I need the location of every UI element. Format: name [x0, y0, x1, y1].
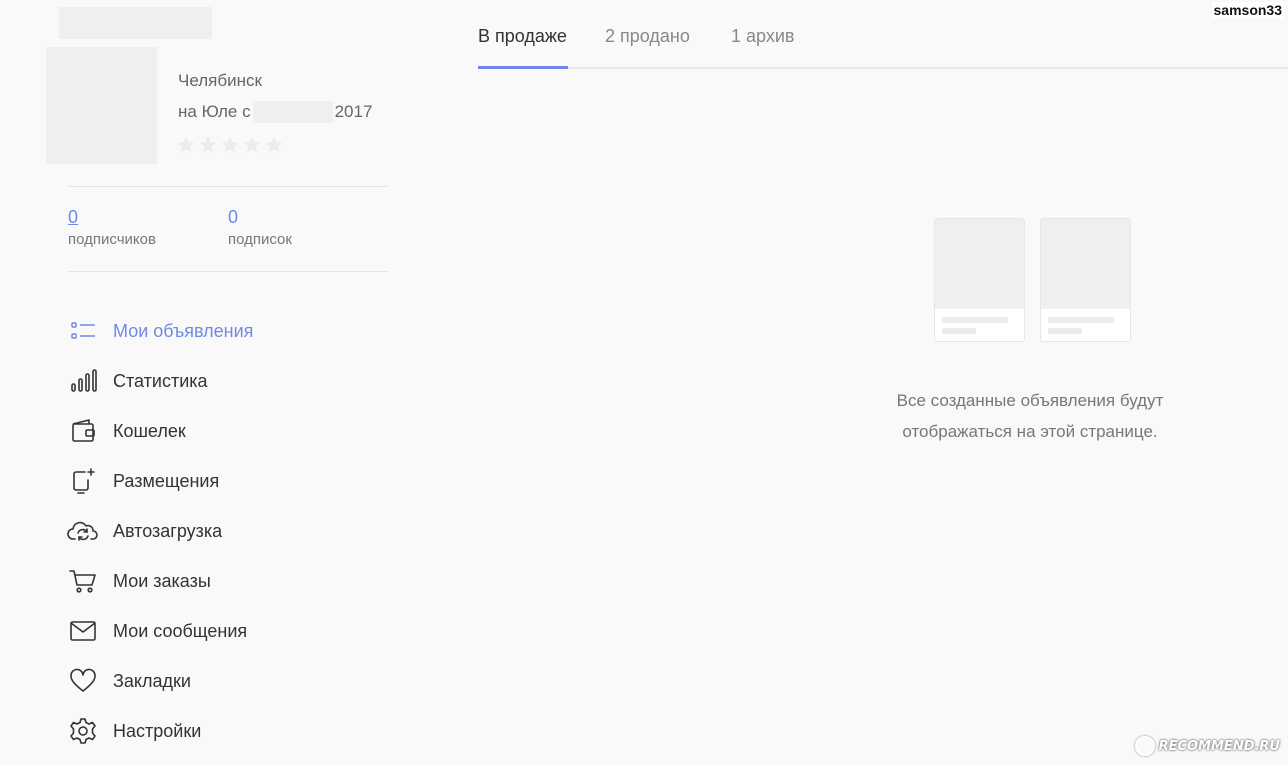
sidebar-item-label: Мои объявления [113, 320, 254, 341]
following-counter[interactable]: 0 подписок [228, 205, 292, 248]
watermark-username: samson33 [1211, 2, 1284, 18]
card-image-placeholder [1041, 219, 1130, 309]
star-icon [265, 136, 283, 153]
card-image-placeholder [935, 219, 1024, 309]
empty-state-line: Все созданные объявления будут [896, 391, 1164, 410]
bar-chart-icon [66, 364, 100, 398]
list-icon [66, 314, 100, 348]
sidebar-item-label: Настройки [113, 720, 202, 741]
card-text-placeholder [1048, 317, 1114, 323]
rating-stars [176, 135, 284, 155]
card-text-placeholder [942, 317, 1008, 323]
sidebar-item-bookmarks[interactable]: Закладки [66, 656, 253, 706]
sidebar-item-label: Кошелек [113, 420, 186, 441]
wallet-icon [66, 414, 100, 448]
since-prefix: на Юле с [178, 102, 251, 121]
recommend-logo-text: RECOMMEND.RU [1158, 738, 1280, 754]
sidebar-item-label: Размещения [113, 470, 220, 491]
cart-icon [66, 564, 100, 598]
sidebar-item-wallet[interactable]: Кошелек [66, 406, 253, 456]
profile-name-placeholder [59, 7, 212, 39]
following-count[interactable]: 0 [228, 205, 292, 229]
card-text-placeholder [1048, 328, 1082, 334]
empty-state-card-illustration [1040, 218, 1131, 342]
sidebar-item-label: Мои заказы [113, 570, 211, 591]
star-icon [177, 136, 195, 153]
sidebar-item-label: Автозагрузка [113, 520, 223, 541]
heart-icon [66, 664, 100, 698]
tab-on-sale[interactable]: В продаже [478, 26, 567, 47]
sidebar-item-statistics[interactable]: Статистика [66, 356, 253, 406]
recommend-watermark: RECOMMEND.RU [1134, 736, 1280, 756]
followers-count[interactable]: 0 [68, 205, 156, 229]
tabs-baseline [478, 67, 1288, 69]
star-icon [199, 136, 217, 153]
divider [68, 186, 388, 187]
sidebar-item-label: Закладки [113, 670, 191, 691]
cloud-sync-icon [66, 514, 100, 548]
empty-state-message: Все созданные объявления будут отображат… [860, 385, 1200, 447]
sidebar-item-placements[interactable]: Размещения [66, 456, 253, 506]
profile-since: на Юле с 2017 [178, 101, 372, 123]
sidebar-menu: Мои объявления Статистика Кошелек Размещ… [66, 306, 253, 756]
sidebar-item-my-ads[interactable]: Мои объявления [66, 306, 253, 356]
following-label: подписок [228, 231, 292, 248]
tab-sold[interactable]: 2 продано [605, 26, 690, 47]
since-year: 2017 [334, 102, 373, 121]
sidebar-item-settings[interactable]: Настройки [66, 706, 253, 756]
empty-state-card-illustration [934, 218, 1025, 342]
gear-icon [66, 714, 100, 748]
profile-city: Челябинск [178, 71, 262, 90]
divider [68, 271, 388, 272]
star-icon [221, 136, 239, 153]
empty-state-line: отображаться на этой странице. [902, 422, 1158, 441]
tab-archive[interactable]: 1 архив [731, 26, 794, 47]
sidebar-item-label: Статистика [113, 370, 208, 391]
tab-active-indicator [478, 66, 568, 69]
since-date-redacted [252, 101, 333, 123]
sidebar-item-autoload[interactable]: Автозагрузка [66, 506, 253, 556]
followers-label: подписчиков [68, 231, 156, 248]
sidebar-item-label: Мои сообщения [113, 620, 248, 641]
sidebar-item-messages[interactable]: Мои сообщения [66, 606, 253, 656]
placement-icon [66, 464, 100, 498]
envelope-icon [66, 614, 100, 648]
card-text-placeholder [942, 328, 976, 334]
star-icon [243, 136, 261, 153]
followers-counter[interactable]: 0 подписчиков [68, 205, 156, 248]
recommend-logo-icon [1134, 736, 1155, 756]
sidebar-item-orders[interactable]: Мои заказы [66, 556, 253, 606]
avatar[interactable] [46, 47, 157, 164]
